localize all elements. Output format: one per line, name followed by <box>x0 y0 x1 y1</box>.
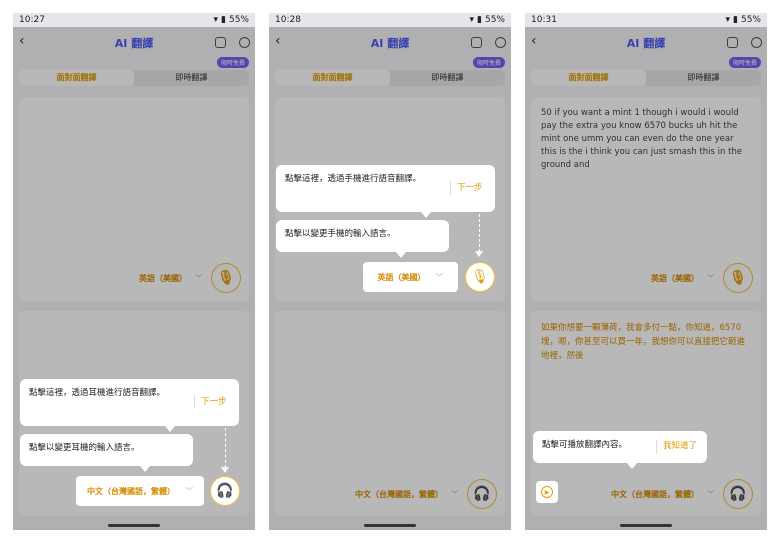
battery-level: 55% <box>228 15 249 25</box>
tooltip-text: 點擊以變更手機的輸入語言。 <box>285 229 396 239</box>
status-time: 10:28 <box>275 15 301 25</box>
play-translation-button[interactable]: ▶ <box>536 481 558 503</box>
tooltip-text: 點擊可播放翻譯內容。 <box>542 440 628 450</box>
tooltip-text: 點擊這裡，透過耳機進行語音翻譯。 <box>29 388 166 398</box>
battery-icon: ▮ <box>733 15 738 25</box>
home-indicator <box>364 524 416 527</box>
wifi-icon: ▾ <box>725 15 731 25</box>
tooltip-earbud-translate: 點擊這裡，透過耳機進行語音翻譯。 下一步 <box>20 379 239 432</box>
tooltip-text: 點擊以變更耳機的輸入語言。 <box>29 443 140 453</box>
chevron-down-icon: ﹀ <box>185 486 193 496</box>
play-icon: ▶ <box>541 486 553 498</box>
status-bar: 10:27 ▾ ▮ 55% <box>13 13 255 27</box>
tooltip-earbud-language: 點擊以變更耳機的輸入語言。 <box>20 434 193 472</box>
battery-icon: ▮ <box>221 15 226 25</box>
tooltip-divider <box>194 395 195 409</box>
lower-lang-pill[interactable]: 中文（台灣國語，繁體） ﹀ <box>76 476 204 506</box>
arrow-down-icon <box>475 251 483 257</box>
next-step-button[interactable]: 下一步 <box>201 396 227 409</box>
chevron-down-icon: ﹀ <box>435 272 444 282</box>
microphone-icon: 🎙 <box>471 269 489 285</box>
status-time: 10:27 <box>19 15 45 25</box>
next-step-button[interactable]: 下一步 <box>457 182 483 195</box>
status-time: 10:31 <box>531 15 557 25</box>
status-bar: 10:31 ▾ ▮ 55% <box>525 13 767 27</box>
lower-lang-label: 中文（台灣國語，繁體） <box>87 486 175 496</box>
tooltip-divider <box>450 181 451 195</box>
battery-level: 55% <box>484 15 505 25</box>
tooltip-divider <box>656 440 657 454</box>
home-indicator <box>108 524 160 527</box>
tooltip-play-translation: 點擊可播放翻譯內容。 我知道了 <box>533 431 707 469</box>
wifi-icon: ▾ <box>469 15 475 25</box>
got-it-button[interactable]: 我知道了 <box>663 440 697 453</box>
upper-lang-pill[interactable]: 英語（美國） ﹀ <box>363 262 458 292</box>
tooltip-phone-language: 點擊以變更手機的輸入語言。 <box>276 220 449 258</box>
battery-icon: ▮ <box>477 15 482 25</box>
upper-lang-label: 英語（美國） <box>377 272 426 282</box>
dotted-connector <box>479 214 480 252</box>
dotted-connector <box>225 428 226 468</box>
screen-panel-3: 10:31 ▾ ▮ 55% ‹ AI 翻譯 限時免費 面對面翻譯 即時翻譯 50 i… <box>525 13 767 530</box>
home-indicator <box>620 524 672 527</box>
arrow-down-icon <box>221 467 229 473</box>
status-bar: 10:28 ▾ ▮ 55% <box>269 13 511 27</box>
earbuds-icon: 🎧 <box>216 483 234 499</box>
phone-mic-button[interactable]: 🎙 <box>465 262 495 292</box>
battery-level: 55% <box>740 15 761 25</box>
screen-panel-1: 10:27 ▾ ▮ 55% ‹ AI 翻譯 限時免費 面對面翻譯 即時翻譯 英語（美… <box>13 13 255 530</box>
wifi-icon: ▾ <box>213 15 219 25</box>
earbud-button[interactable]: 🎧 <box>210 476 240 506</box>
tooltip-phone-translate: 點擊這裡，透過手機進行語音翻譯。 下一步 <box>276 165 495 218</box>
screen-panel-2: 10:28 ▾ ▮ 55% ‹ AI 翻譯 限時免費 面對面翻譯 即時翻譯 中文（台… <box>269 13 511 530</box>
tooltip-text: 點擊這裡，透過手機進行語音翻譯。 <box>285 174 422 184</box>
